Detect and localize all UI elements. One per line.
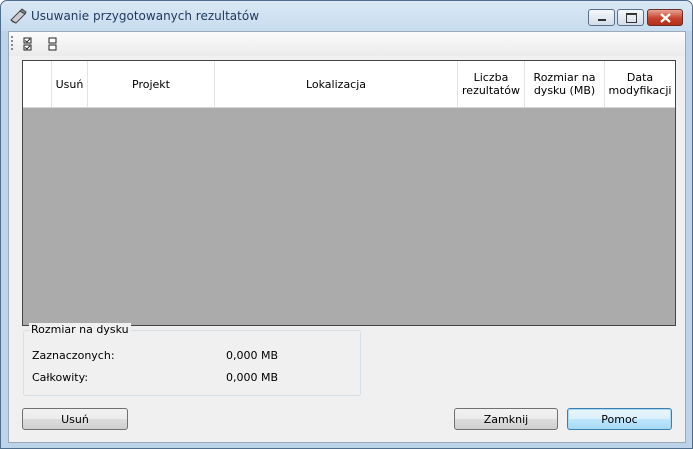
minimize-icon bbox=[598, 19, 606, 21]
column-header-disk-size[interactable]: Rozmiar na dysku (MB) bbox=[525, 61, 605, 107]
delete-button[interactable]: Usuń bbox=[22, 408, 128, 430]
help-button[interactable]: Pomoc bbox=[567, 408, 672, 430]
eraser-icon bbox=[10, 8, 27, 24]
dialog-client-area: Usuń Projekt Lokalizacja Liczba rezultat… bbox=[8, 31, 686, 443]
toolbar-grip[interactable] bbox=[11, 36, 13, 52]
total-size-label: Całkowity: bbox=[32, 371, 89, 384]
disk-size-group-title: Rozmiar na dysku bbox=[29, 323, 131, 336]
total-size-value: 0,000 MB bbox=[226, 371, 279, 384]
check-all-icon[interactable] bbox=[23, 37, 33, 51]
close-button[interactable]: Zamknij bbox=[454, 408, 558, 430]
disk-size-group: Rozmiar na dysku Zaznaczonych: 0,000 MB … bbox=[23, 323, 361, 396]
title-bar[interactable]: Usuwanie przygotowanych rezultatów bbox=[1, 1, 692, 31]
selected-size-value: 0,000 MB bbox=[226, 349, 279, 362]
window-title: Usuwanie przygotowanych rezultatów bbox=[31, 9, 260, 23]
table-header: Usuń Projekt Lokalizacja Liczba rezultat… bbox=[23, 61, 675, 108]
selected-size-label: Zaznaczonych: bbox=[32, 349, 115, 362]
maximize-button[interactable] bbox=[617, 9, 644, 26]
column-header-location[interactable]: Lokalizacja bbox=[215, 61, 458, 107]
column-header-row-selector[interactable] bbox=[23, 61, 52, 107]
close-icon bbox=[660, 13, 671, 23]
maximize-icon bbox=[626, 13, 637, 23]
dialog-window: Usuwanie przygotowanych rezultatów Usuń … bbox=[0, 0, 693, 449]
column-header-project[interactable]: Projekt bbox=[88, 61, 215, 107]
column-header-modified-date[interactable]: Data modyfikacji bbox=[605, 61, 675, 107]
uncheck-all-icon[interactable] bbox=[48, 37, 58, 51]
toolbar bbox=[9, 32, 685, 56]
column-header-delete[interactable]: Usuń bbox=[52, 61, 88, 107]
close-window-button[interactable] bbox=[647, 9, 683, 26]
minimize-button[interactable] bbox=[588, 9, 615, 26]
results-table[interactable]: Usuń Projekt Lokalizacja Liczba rezultat… bbox=[22, 60, 676, 326]
column-header-result-count[interactable]: Liczba rezultatów bbox=[458, 61, 525, 107]
